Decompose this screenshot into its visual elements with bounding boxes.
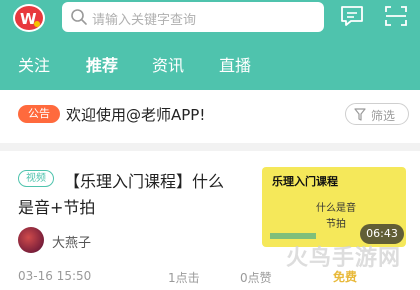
announcement-text: 欢迎使用@老师APP!	[66, 106, 206, 124]
thumbnail-text-line2: 节拍	[326, 219, 346, 230]
search-placeholder: 请输入关键字查询	[92, 13, 197, 28]
article-title-continued[interactable]: 是音+节拍	[18, 194, 95, 218]
click-count: 1点击	[168, 271, 200, 285]
tab-recommend[interactable]: 推荐	[86, 52, 118, 76]
author-name[interactable]: 大燕子	[52, 232, 91, 251]
video-badge: 视频	[18, 170, 54, 187]
publish-date: 03-16 15:50	[18, 269, 92, 283]
search-input[interactable]: 请输入关键字查询	[62, 2, 324, 32]
author-avatar[interactable]	[18, 227, 44, 253]
filter-icon	[354, 108, 366, 121]
app-header: W 请输入关键字查询 关注 推荐 资讯 直播	[0, 0, 420, 90]
announcement-bar[interactable]: 公告 欢迎使用@老师APP! 筛选	[0, 93, 420, 135]
section-divider	[0, 143, 420, 151]
category-tabs: 关注 推荐 资讯 直播	[0, 48, 420, 78]
tab-follow[interactable]: 关注	[18, 52, 50, 76]
message-icon[interactable]	[339, 4, 365, 28]
filter-button[interactable]: 筛选	[345, 103, 409, 125]
article-title[interactable]: 【乐理入门课程】什么	[64, 168, 224, 192]
thumbnail-strip	[270, 233, 316, 239]
filter-label: 筛选	[371, 109, 396, 123]
thumbnail-text-line1: 什么是音	[316, 203, 356, 214]
like-count: 0点赞	[240, 271, 272, 285]
price-tag: 免费	[333, 270, 358, 284]
scan-icon[interactable]	[383, 4, 409, 28]
search-icon	[71, 9, 87, 25]
announcement-badge: 公告	[18, 105, 60, 123]
tab-live[interactable]: 直播	[219, 52, 251, 76]
thumbnail-title: 乐理入门课程	[272, 175, 338, 188]
app-logo-icon[interactable]: W	[12, 3, 46, 33]
tab-news[interactable]: 资讯	[152, 52, 184, 76]
